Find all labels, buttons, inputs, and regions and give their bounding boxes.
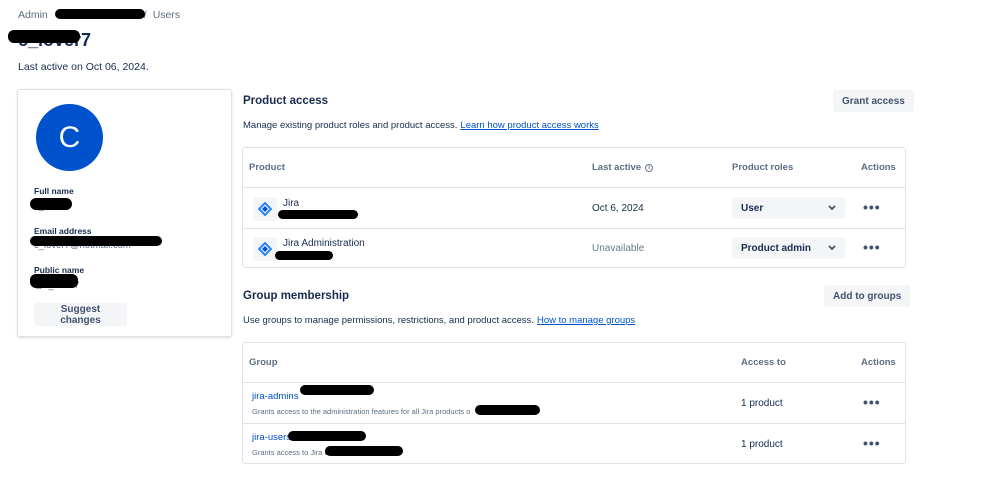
product-role-select[interactable]: User (732, 197, 845, 219)
full-name-label: Full name (34, 186, 74, 196)
more-horizontal-icon[interactable]: ••• (863, 239, 881, 255)
group-membership-title: Group membership (243, 290, 350, 302)
redaction-mark (325, 446, 403, 456)
redaction-mark (300, 385, 374, 395)
product-role-value: Product admin (741, 242, 812, 254)
table-row: Jira Administration Unavailable Product … (243, 228, 905, 268)
chevron-down-icon (828, 205, 836, 211)
redaction-mark (475, 405, 540, 415)
product-access-table: Product Last active i Product roles Actio… (242, 147, 906, 268)
avatar: C (36, 104, 103, 171)
add-to-groups-button[interactable]: Add to groups (824, 285, 911, 307)
redaction-mark (278, 210, 358, 219)
grant-access-button[interactable]: Grant access (833, 90, 914, 112)
group-access-count: 1 product (741, 439, 783, 450)
profile-card: C Full name c_lover7 Email address c_lov… (17, 89, 232, 337)
more-horizontal-icon[interactable]: ••• (863, 394, 881, 410)
column-header-actions: Actions (861, 162, 896, 173)
product-name: Jira Administration (283, 238, 365, 249)
breadcrumb-users-link[interactable]: Users (153, 9, 180, 21)
group-access-count: 1 product (741, 398, 783, 409)
product-access-description-text: Manage existing product roles and produc… (243, 120, 458, 131)
suggest-changes-button[interactable]: Suggest changes (34, 303, 127, 326)
product-access-description: Manage existing product roles and produc… (243, 120, 599, 131)
jira-logo-icon (253, 197, 277, 221)
more-horizontal-icon[interactable]: ••• (863, 435, 881, 451)
column-header-last-active: Last active i (592, 162, 654, 173)
product-role-value: User (741, 202, 764, 214)
info-icon[interactable]: i (645, 164, 654, 172)
redaction-mark (30, 198, 72, 210)
redaction-mark (55, 9, 145, 19)
column-header-product-roles: Product roles (732, 162, 794, 173)
group-link[interactable]: jira-users (252, 432, 291, 443)
how-to-manage-groups-link[interactable]: How to manage groups (537, 315, 635, 326)
more-horizontal-icon[interactable]: ••• (863, 199, 881, 215)
redaction-mark (275, 251, 333, 260)
column-header-group: Group (249, 357, 278, 368)
column-header-access-to: Access to (741, 357, 786, 368)
chevron-down-icon (828, 245, 836, 251)
product-role-select[interactable]: Product admin (732, 237, 845, 259)
table-row: jira-users Grants access to Jira o 1 pro… (243, 423, 905, 464)
redaction-mark (30, 236, 162, 246)
product-access-title: Product access (243, 95, 329, 107)
column-header-last-active-label: Last active (592, 162, 642, 173)
email-label: Email address (34, 226, 92, 236)
group-membership-description-text: Use groups to manage permissions, restri… (243, 315, 534, 326)
last-active-text: Last active on Oct 06, 2024. (18, 61, 149, 73)
group-description: Grants access to Jira o (252, 448, 329, 457)
column-header-product: Product (249, 162, 285, 173)
column-header-actions: Actions (861, 357, 896, 368)
product-last-active: Oct 6, 2024 (592, 203, 644, 214)
breadcrumb-admin-link[interactable]: Admin (18, 9, 48, 21)
product-name: Jira (283, 198, 300, 209)
redaction-mark (30, 274, 78, 288)
learn-product-access-link[interactable]: Learn how product access works (460, 120, 598, 131)
redaction-mark (288, 431, 366, 441)
group-link[interactable]: jira-admins (252, 391, 298, 402)
group-membership-description: Use groups to manage permissions, restri… (243, 315, 635, 326)
table-row: Jira Oct 6, 2024 User ••• (243, 187, 905, 228)
redaction-mark (8, 30, 80, 43)
product-last-active: Unavailable (592, 243, 645, 254)
jira-logo-icon (253, 237, 277, 261)
group-description: Grants access to the administration feat… (252, 407, 471, 416)
